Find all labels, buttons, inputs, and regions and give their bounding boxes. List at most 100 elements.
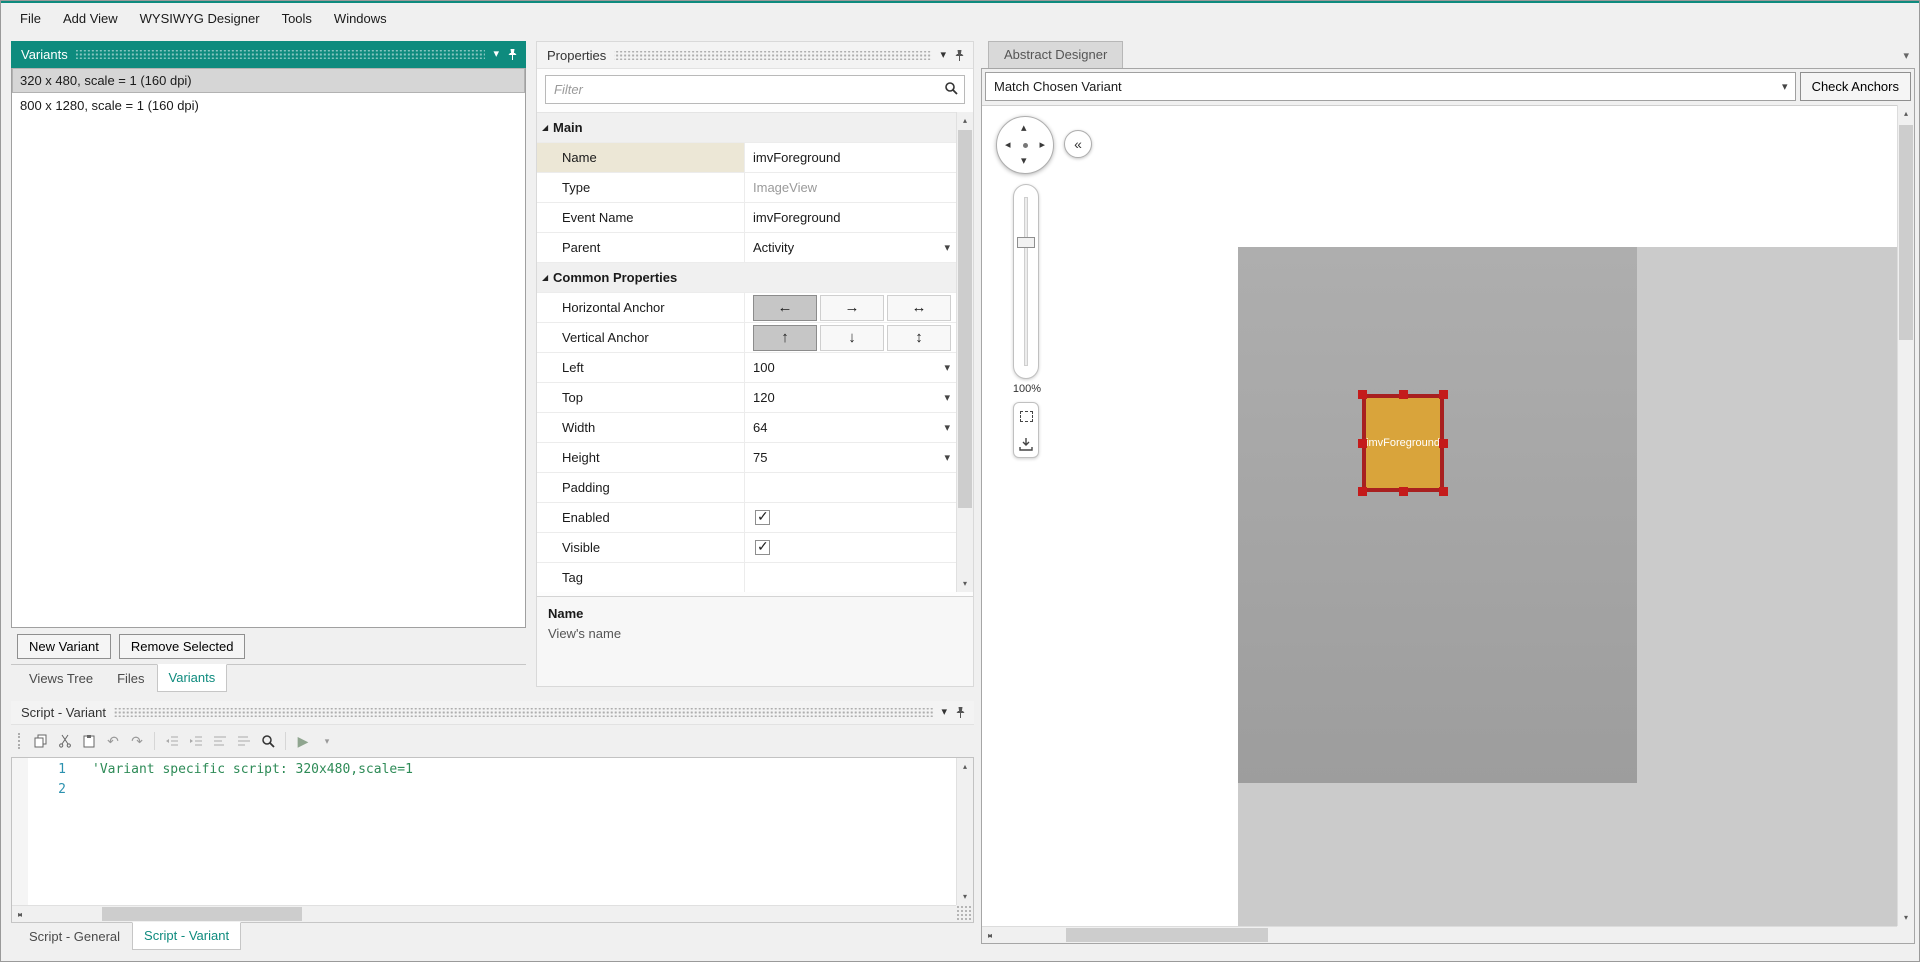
check-anchors-button[interactable]: Check Anchors <box>1799 72 1911 101</box>
resize-handle-top-right[interactable] <box>1439 390 1448 399</box>
resize-handle-middle-right[interactable] <box>1439 438 1448 448</box>
property-value-field[interactable] <box>745 473 956 502</box>
pan-center-dot[interactable] <box>1023 143 1028 148</box>
property-value-field[interactable] <box>745 563 956 592</box>
scroll-up-icon[interactable]: ▴ <box>957 758 973 775</box>
selected-view[interactable]: imvForeground <box>1362 394 1444 492</box>
property-value-dropdown[interactable]: 75 ▾ <box>745 443 956 472</box>
zoom-slider-thumb[interactable] <box>1017 237 1035 248</box>
property-value-field[interactable]: imvForeground <box>745 203 956 232</box>
uncomment-icon[interactable] <box>232 729 256 753</box>
search-icon[interactable] <box>944 81 959 96</box>
code-editor[interactable]: 1 'Variant specific script: 320x480,scal… <box>11 757 974 923</box>
designer-canvas[interactable]: imvForeground ▴ ▾ ◂ ▸ « 100% <box>982 105 1897 926</box>
category-row-main[interactable]: ◢ Main <box>537 113 956 143</box>
selection-box-button[interactable] <box>1015 406 1037 428</box>
chevron-down-icon[interactable]: ▾ <box>944 391 950 404</box>
pan-left-icon[interactable]: ◂ <box>1005 140 1011 151</box>
menu-file[interactable]: File <box>9 6 52 31</box>
toolbar-grip[interactable] <box>18 733 22 749</box>
pin-icon[interactable] <box>955 706 966 719</box>
chevron-down-icon[interactable]: ▾ <box>941 707 947 718</box>
chevron-down-icon[interactable]: ▾ <box>944 241 950 254</box>
chevron-down-icon[interactable]: ▾ <box>1903 49 1909 62</box>
tab-abstract-designer[interactable]: Abstract Designer <box>988 41 1124 68</box>
new-variant-button[interactable]: New Variant <box>17 633 111 659</box>
pin-icon[interactable] <box>954 49 965 62</box>
copy-icon[interactable] <box>29 729 53 753</box>
chevron-down-icon[interactable]: ▾ <box>944 451 950 464</box>
scrollbar-thumb[interactable] <box>958 130 972 508</box>
anchor-both-horizontal-button[interactable]: ↔ <box>887 294 951 321</box>
resize-grip[interactable] <box>956 905 973 922</box>
scrollbar-thumb[interactable] <box>1066 928 1268 942</box>
scroll-up-icon[interactable]: ▴ <box>1898 105 1914 122</box>
category-row-common[interactable]: ◢ Common Properties <box>537 263 956 293</box>
variant-screen-area[interactable] <box>1238 247 1637 783</box>
scroll-right-icon[interactable]: ▸ <box>982 927 998 944</box>
collapse-tools-button[interactable]: « <box>1064 130 1092 158</box>
pin-icon[interactable] <box>507 48 518 61</box>
search-icon[interactable] <box>256 729 280 753</box>
chevron-down-icon[interactable]: ▾ <box>944 421 950 434</box>
scrollbar-thumb[interactable] <box>102 907 302 921</box>
tab-script-variant[interactable]: Script - Variant <box>132 922 242 950</box>
comment-icon[interactable] <box>208 729 232 753</box>
anchor-both-vertical-button[interactable]: ↕ <box>887 324 951 351</box>
scroll-right-icon[interactable]: ▸ <box>12 906 28 923</box>
variant-item[interactable]: 800 x 1280, scale = 1 (160 dpi) <box>12 93 525 118</box>
property-value-dropdown[interactable]: Activity ▾ <box>745 233 956 262</box>
visible-checkbox[interactable] <box>755 538 770 555</box>
tab-files[interactable]: Files <box>105 665 156 692</box>
chevron-down-icon[interactable]: ▾ <box>1782 80 1788 93</box>
scroll-down-icon[interactable]: ▾ <box>1898 909 1914 926</box>
cut-icon[interactable] <box>53 729 77 753</box>
chevron-down-icon[interactable]: ▾ <box>944 361 950 374</box>
anchor-top-button[interactable]: ↑ <box>753 324 817 351</box>
scroll-up-icon[interactable]: ▴ <box>957 112 973 129</box>
zoom-slider-track[interactable] <box>1024 197 1028 366</box>
menu-wysiwyg-designer[interactable]: WYSIWYG Designer <box>129 6 271 31</box>
tab-views-tree[interactable]: Views Tree <box>17 665 105 692</box>
resize-handle-bottom-center[interactable] <box>1398 487 1408 496</box>
indent-icon[interactable] <box>184 729 208 753</box>
anchor-left-button[interactable]: ← <box>753 294 817 321</box>
menu-windows[interactable]: Windows <box>323 6 398 31</box>
toolbar-overflow-icon[interactable]: ▾ <box>315 729 339 753</box>
pan-up-icon[interactable]: ▴ <box>1021 123 1027 134</box>
resize-handle-top-left[interactable] <box>1358 390 1367 399</box>
paste-icon[interactable] <box>77 729 101 753</box>
redo-icon[interactable]: ↷ <box>125 729 149 753</box>
expander-icon[interactable]: ◢ <box>537 273 553 282</box>
resize-handle-middle-left[interactable] <box>1358 438 1367 448</box>
run-icon[interactable]: ▶ <box>291 729 315 753</box>
scroll-down-icon[interactable]: ▾ <box>957 575 973 592</box>
resize-handle-bottom-left[interactable] <box>1358 487 1367 496</box>
undo-icon[interactable]: ↶ <box>101 729 125 753</box>
outdent-icon[interactable] <box>160 729 184 753</box>
variant-selector-combo[interactable]: Match Chosen Variant ▾ <box>985 72 1796 101</box>
property-value-dropdown[interactable]: 100 ▾ <box>745 353 956 382</box>
scroll-down-icon[interactable]: ▾ <box>957 888 973 905</box>
tab-script-general[interactable]: Script - General <box>17 923 132 950</box>
resize-handle-bottom-right[interactable] <box>1439 487 1448 496</box>
chevron-down-icon[interactable]: ▾ <box>940 49 946 61</box>
anchor-bottom-button[interactable]: ↓ <box>820 324 884 351</box>
tab-variants[interactable]: Variants <box>156 664 228 692</box>
export-view-button[interactable] <box>1015 433 1037 455</box>
pan-right-icon[interactable]: ▸ <box>1039 140 1045 151</box>
property-value-field[interactable]: imvForeground <box>745 143 956 172</box>
variant-item[interactable]: 320 x 480, scale = 1 (160 dpi) <box>12 68 525 93</box>
property-value-dropdown[interactable]: 64 ▾ <box>745 413 956 442</box>
menu-add-view[interactable]: Add View <box>52 6 129 31</box>
property-value-dropdown[interactable]: 120 ▾ <box>745 383 956 412</box>
remove-selected-button[interactable]: Remove Selected <box>118 633 246 659</box>
enabled-checkbox[interactable] <box>755 508 770 525</box>
pan-down-icon[interactable]: ▾ <box>1021 156 1027 167</box>
anchor-right-button[interactable]: → <box>820 294 884 321</box>
expander-icon[interactable]: ◢ <box>537 123 553 132</box>
chevron-down-icon[interactable]: ▾ <box>493 49 499 60</box>
resize-handle-top-center[interactable] <box>1398 390 1408 399</box>
filter-input[interactable] <box>545 75 965 104</box>
menu-tools[interactable]: Tools <box>271 6 323 31</box>
